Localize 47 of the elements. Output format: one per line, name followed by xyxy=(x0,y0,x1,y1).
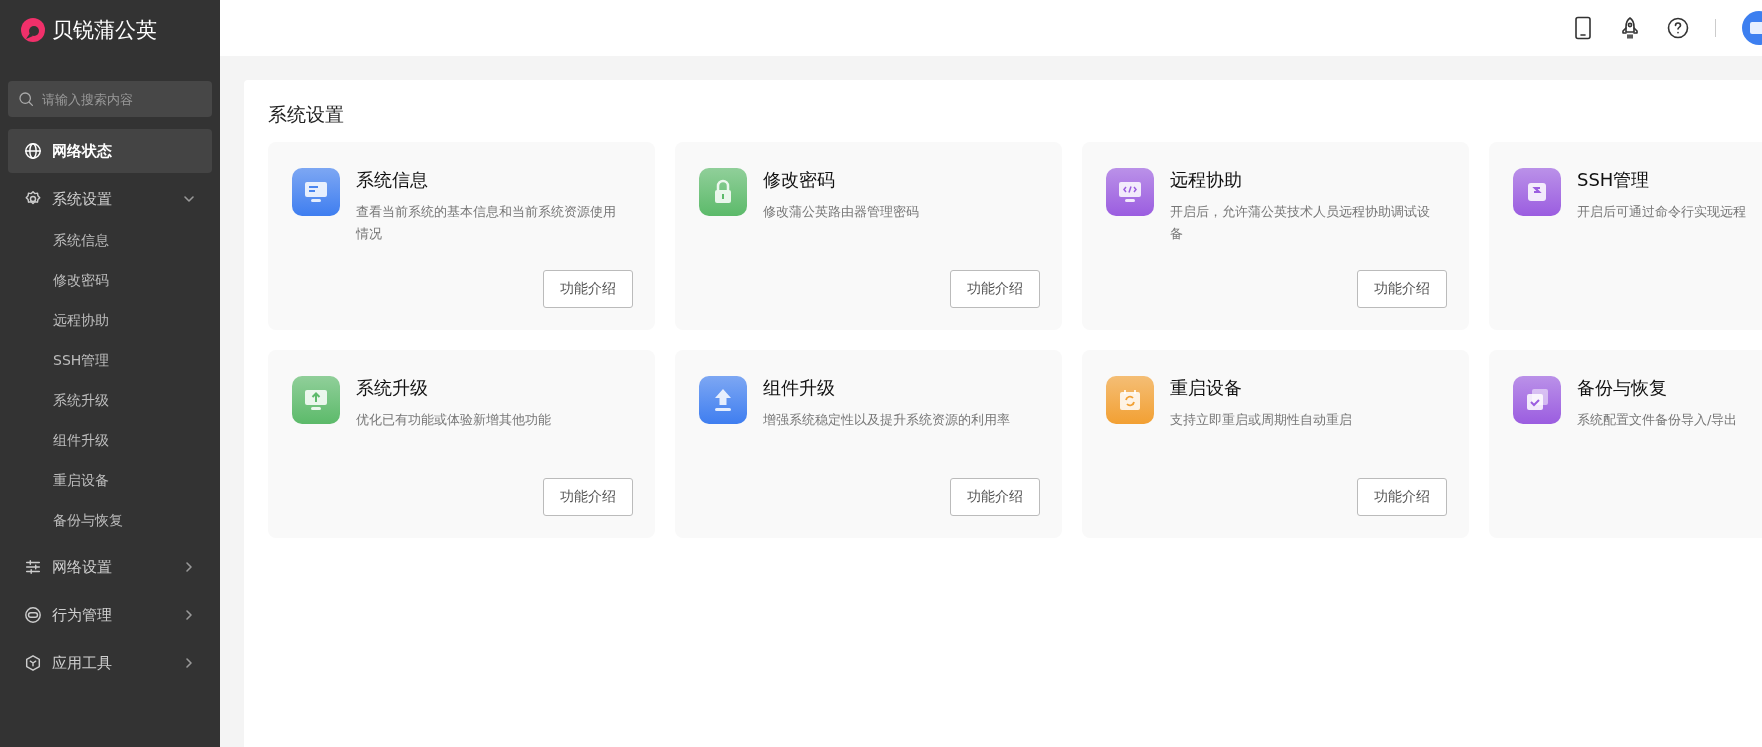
sidebar-item[interactable]: 系统设置 xyxy=(8,177,212,221)
globe-icon xyxy=(24,142,42,160)
card-title: 组件升级 xyxy=(763,376,836,400)
sliders-icon xyxy=(24,558,42,576)
intro-button[interactable]: 功能介绍 xyxy=(543,270,633,308)
intro-button[interactable]: 功能介绍 xyxy=(543,478,633,516)
search-icon xyxy=(18,91,34,107)
page-title: 系统设置 xyxy=(268,102,345,127)
search-field[interactable]: 请输入搜索内容 xyxy=(8,81,212,117)
card-description: 修改蒲公英路由器管理密码 xyxy=(763,203,920,221)
card-title: 修改密码 xyxy=(763,168,836,192)
intro-button[interactable]: 功能介绍 xyxy=(1357,270,1447,308)
card-description: 优化已有功能或体验新增其他功能 xyxy=(356,411,552,429)
sidebar-subitem[interactable]: 备份与恢复 xyxy=(0,501,220,541)
help-icon[interactable] xyxy=(1667,17,1689,39)
card-title: 重启设备 xyxy=(1170,376,1243,400)
sidebar-item[interactable]: 网络设置 xyxy=(8,545,212,589)
brand-name: 贝锐蒲公英 xyxy=(52,17,157,44)
toggle-icon xyxy=(24,606,42,624)
sidebar-subitem[interactable]: 组件升级 xyxy=(0,421,220,461)
sidebar-subitem[interactable]: 远程协助 xyxy=(0,301,220,341)
card-title: 系统信息 xyxy=(356,168,429,192)
sidebar-item[interactable]: 网络状态 xyxy=(8,129,212,173)
card-title: 系统升级 xyxy=(356,376,429,400)
sidebar-subitem[interactable]: 修改密码 xyxy=(0,261,220,301)
card-description: 支持立即重启或周期性自动重启 xyxy=(1170,411,1353,429)
sidebar-subitem[interactable]: 系统信息 xyxy=(0,221,220,261)
card-description: 增强系统稳定性以及提升系统资源的利用率 xyxy=(763,411,1011,429)
intro-button[interactable]: 功能介绍 xyxy=(1357,478,1447,516)
rocket-icon[interactable] xyxy=(1619,16,1641,40)
card-title: 远程协助 xyxy=(1170,168,1243,192)
sidebar-subitem[interactable]: SSH管理 xyxy=(0,341,220,381)
sidebar-subitem[interactable]: 重启设备 xyxy=(0,461,220,501)
cube-icon xyxy=(24,654,42,672)
card-description: 开启后，允许蒲公英技术人员远程协助调试设备 xyxy=(1170,203,1431,243)
sidebar-subitem[interactable]: 系统升级 xyxy=(0,381,220,421)
card-description: 系统配置文件备份导入/导出 xyxy=(1577,411,1739,429)
sidebar-item[interactable]: 应用工具 xyxy=(8,641,212,685)
card-title: 备份与恢复 xyxy=(1577,376,1668,400)
card-description: 开启后可通过命令行实现远程 xyxy=(1577,203,1747,221)
sidebar-item[interactable]: 行为管理 xyxy=(8,593,212,637)
intro-button[interactable]: 功能介绍 xyxy=(950,270,1040,308)
intro-button[interactable]: 功能介绍 xyxy=(950,478,1040,516)
card-description: 查看当前系统的基本信息和当前系统资源使用情况 xyxy=(356,203,617,243)
card-title: SSH管理 xyxy=(1577,168,1651,192)
phone-icon[interactable] xyxy=(1573,16,1593,40)
logo-icon xyxy=(20,17,46,43)
